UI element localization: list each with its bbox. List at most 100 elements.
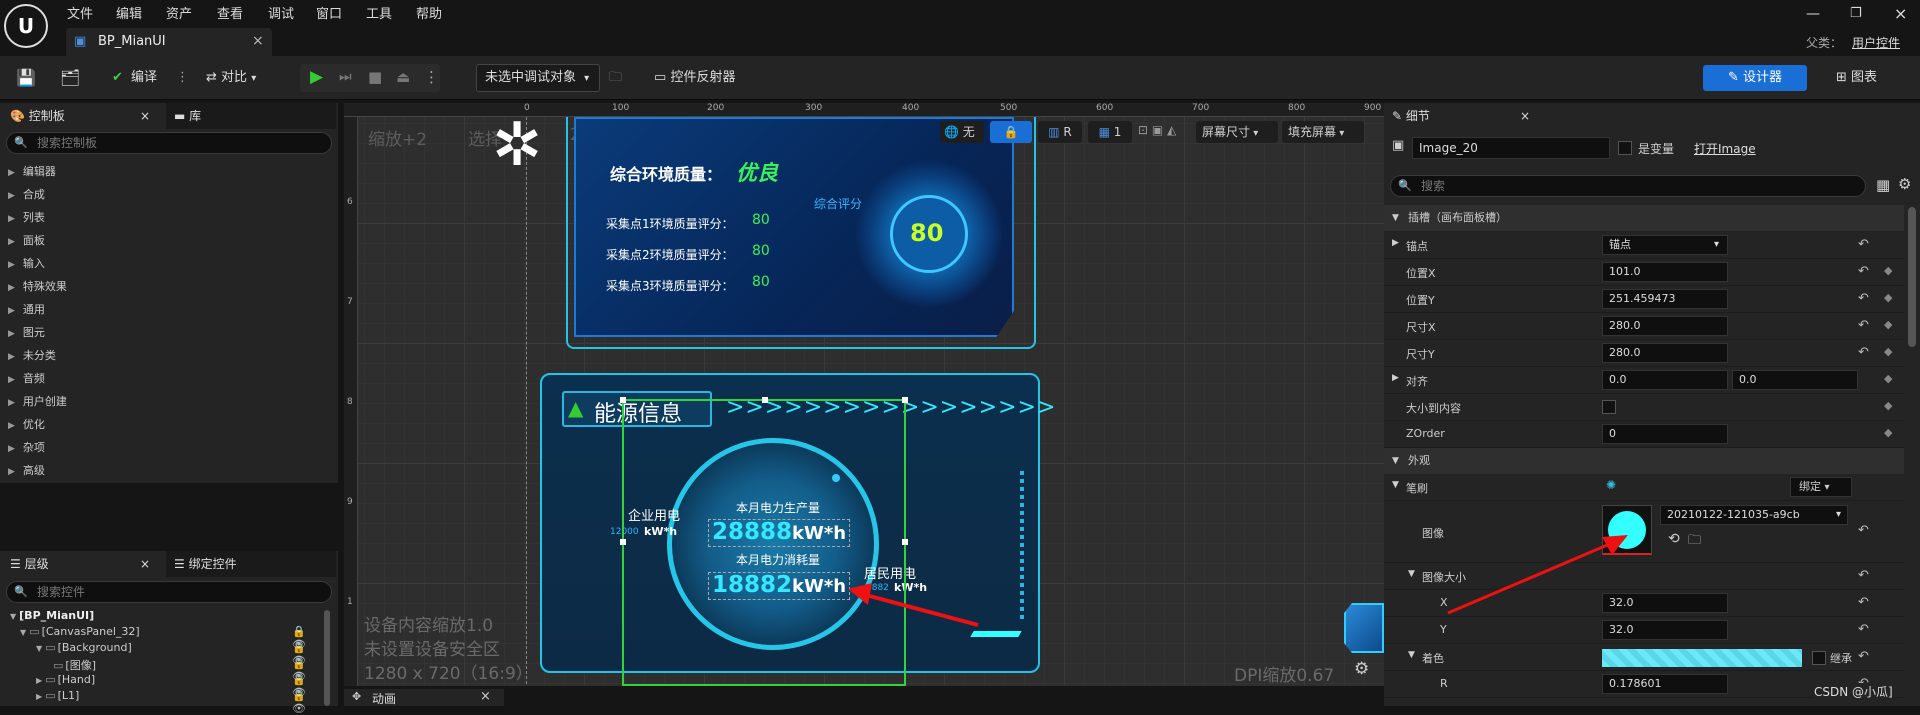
minimize-icon[interactable]: — [1806,6,1820,22]
tab-palette[interactable]: 🎨 控制板 × [0,103,162,129]
close-icon[interactable]: × [252,33,264,49]
localization-button[interactable]: 🌐 无 [940,121,984,143]
close-icon[interactable]: × [140,551,150,577]
widget-reflector-button[interactable]: ▭ 控件反射器 [654,64,764,92]
more-icon[interactable]: ⋮ [424,68,439,86]
reset-icon[interactable]: ↶ [1858,264,1869,279]
size-x-input[interactable]: 280.0 [1602,316,1728,336]
reset-icon[interactable]: ↶ [1858,622,1869,637]
selection-box[interactable] [620,397,908,686]
close-icon[interactable]: × [140,103,150,129]
tab-bp-mianui[interactable]: ▣ BP_MianUI × [66,28,272,56]
hierarchy-item[interactable]: ▼ ▭ [Background] 🔒 👁 [36,641,306,667]
keyframe-icon[interactable]: ◆ [1884,399,1892,412]
transform-icon[interactable]: ⊡ ▣ ◭ [1138,123,1176,137]
scrollbar[interactable] [1908,207,1916,347]
gear-icon[interactable]: ⚙ [1898,175,1911,193]
bind-dropdown[interactable]: 绑定 ▾ [1790,477,1852,497]
reset-icon[interactable]: ↶ [1858,649,1869,664]
chevron-right-icon[interactable]: ▶ [1392,373,1399,383]
screen-size-select[interactable]: 屏幕尺寸 ▾ [1196,121,1278,143]
hierarchy-item[interactable]: ▼ ▭ [CanvasPanel_32] 🔒 👁 [20,625,306,651]
palette-category[interactable]: ▶ 图元 [8,324,45,340]
resize-handle[interactable] [620,539,626,545]
menu-tools[interactable]: 工具 [366,3,392,22]
keyframe-icon[interactable]: ◆ [1884,372,1892,385]
grid-snap-button[interactable]: ▦ 1 [1088,121,1132,143]
close-icon[interactable]: × [480,689,491,704]
designer-button[interactable]: ✎ 设计器 [1703,65,1807,91]
details-search-input[interactable]: 搜索 [1390,175,1866,197]
menu-file[interactable]: 文件 [67,3,93,22]
step-icon[interactable]: ⏭ [339,69,352,85]
alignment-x-input[interactable]: 0.0 [1602,370,1728,390]
hierarchy-search-input[interactable]: 搜索控件 [6,581,332,603]
keyframe-icon[interactable]: ◆ [1884,426,1892,439]
palette-category[interactable]: ▶ 未分类 [8,347,56,363]
zorder-input[interactable]: 0 [1602,424,1728,444]
use-selected-icon[interactable]: ⟲ [1668,531,1680,547]
image-y-input[interactable]: 32.0 [1602,620,1728,640]
fill-screen-select[interactable]: 填充屏幕 ▾ [1282,121,1364,143]
respect-locks-button[interactable]: ▥ R [1038,121,1082,143]
hierarchy-item[interactable]: ▶ ▭ [L1] 🔒 👁 [36,689,306,715]
palette-category[interactable]: ▶ 音频 [8,370,45,386]
debug-find-icon[interactable]: 🗀 [609,64,622,92]
inherit-checkbox[interactable] [1812,651,1826,665]
browse-icon[interactable]: 🗂 [60,64,80,92]
lock-eye-icon[interactable]: 🔒 👁 [292,689,306,715]
tint-color-swatch[interactable] [1602,649,1802,667]
menu-debug[interactable]: 调试 [268,3,294,22]
palette-category[interactable]: ▶ 输入 [8,255,45,271]
resize-handle[interactable] [620,397,626,403]
autosize-checkbox[interactable] [1602,400,1616,414]
chevron-down-icon[interactable]: ▼ [1408,650,1415,660]
resize-handle[interactable] [902,397,908,403]
hierarchy-item[interactable]: ▼ [BP_MianUI] [10,609,300,622]
section-appearance[interactable]: ▼ 外观 [1384,448,1904,474]
menu-help[interactable]: 帮助 [416,3,442,22]
lock-button[interactable]: 🔒 [990,121,1032,143]
tab-animation[interactable]: ✥ 动画 × [344,689,504,706]
save-icon[interactable]: 💾 [16,64,36,92]
menu-view[interactable]: 查看 [217,3,243,22]
section-slot[interactable]: ▼ 插槽（画布面板槽） [1384,205,1904,231]
keyframe-icon[interactable]: ◆ [1884,345,1892,358]
pos-y-input[interactable]: 251.459473 [1602,289,1728,309]
palette-category[interactable]: ▶ 编辑器 [8,163,56,179]
palette-category[interactable]: ▶ 优化 [8,416,45,432]
is-variable-checkbox[interactable] [1618,141,1632,155]
debug-object-select[interactable]: 未选中调试对象 ▾ [476,64,600,92]
eject-icon[interactable]: ⏏ [396,68,410,86]
compile-button[interactable]: ✔ 编译 [112,64,166,92]
palette-category[interactable]: ▶ 面板 [8,232,45,248]
tab-bind-widgets[interactable]: ☰ 绑定控件 [166,551,336,577]
palette-category[interactable]: ▶ 杂项 [8,439,45,455]
close-window-icon[interactable]: × [1894,4,1907,23]
settings-gear-icon[interactable]: ⚙ [1354,659,1369,679]
more-icon[interactable]: ⋮ [176,64,189,92]
scrollbar[interactable] [324,610,330,706]
anchor-select[interactable]: 锚点 ▾ [1602,235,1728,255]
reset-icon[interactable]: ↶ [1858,345,1869,360]
open-image-link[interactable]: 打开Image [1694,140,1756,157]
parent-class-link[interactable]: 用户控件 [1852,34,1900,51]
unreal-logo-icon[interactable]: U [4,4,48,48]
hierarchy-item[interactable]: ▭ [图像] 🔒 👁 [50,657,306,683]
reset-icon[interactable]: ↶ [1858,595,1869,610]
restore-icon[interactable]: ❐ [1850,6,1862,21]
palette-category[interactable]: ▶ 通用 [8,301,45,317]
keyframe-icon[interactable]: ◆ [1884,318,1892,331]
reset-icon[interactable]: ↶ [1858,318,1869,333]
reset-icon[interactable]: ↶ [1858,237,1869,252]
tab-details[interactable]: ✎ 细节 × [1384,103,1530,129]
diff-button[interactable]: ⇄ 对比 ▾ [206,64,276,92]
stop-icon[interactable]: ■ [368,68,382,86]
menu-asset[interactable]: 资产 [166,3,192,22]
chevron-down-icon[interactable]: ▼ [1392,480,1399,490]
reset-icon[interactable]: ↶ [1858,568,1869,583]
tab-hierarchy[interactable]: ☰ 层级 × [0,551,162,577]
tab-library[interactable]: ▬ 库 [166,103,336,129]
palette-search-input[interactable]: 搜索控制板 [6,132,332,154]
browse-asset-icon[interactable]: 🗀 [1688,531,1701,553]
